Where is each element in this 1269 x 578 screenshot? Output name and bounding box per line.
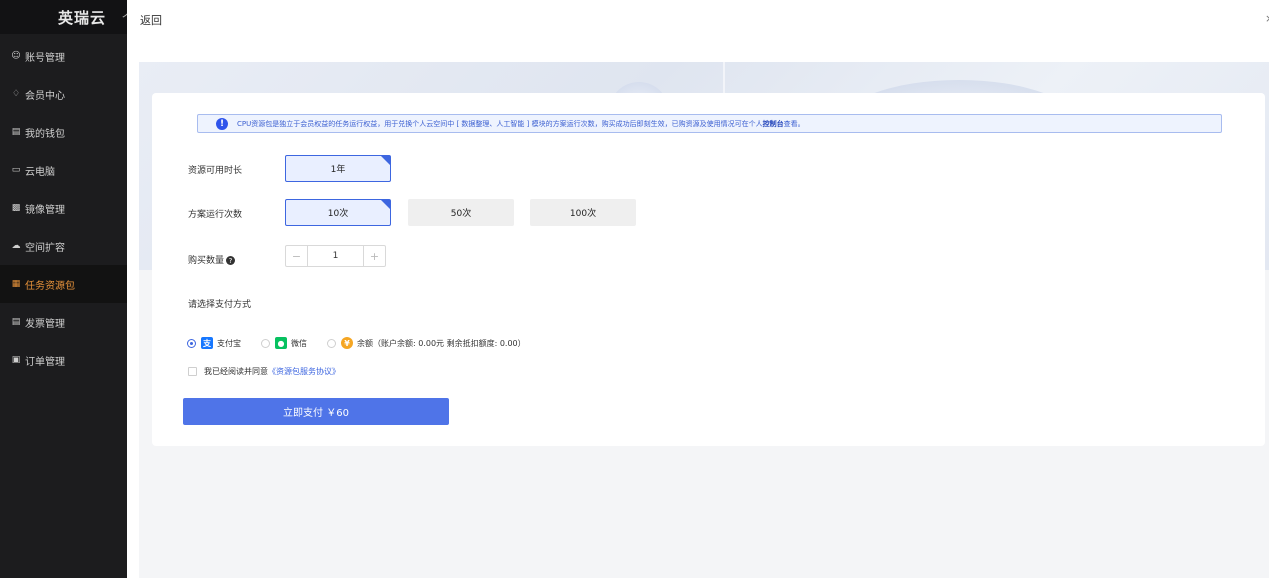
duration-label: 资源可用时长: [188, 166, 243, 176]
increment-button[interactable]: +: [363, 246, 385, 266]
sidebar-item-label: 我的钱包: [25, 128, 65, 140]
sidebar-item-membership[interactable]: ♢ 会员中心: [0, 75, 127, 113]
sidebar-item-invoice[interactable]: ▤ 发票管理: [0, 303, 127, 341]
payment-methods: 支 支付宝 ● 微信 ¥ 余额（账户余额: 0.00元 剩余抵扣额度: 0.00…: [187, 336, 546, 350]
sidebar-item-label: 空间扩容: [25, 242, 65, 254]
purchase-card: ! CPU资源包是独立于会员权益的任务运行权益，用于兑换个人云空间中 [ 数据整…: [152, 93, 1265, 446]
runs-label: 方案运行次数: [188, 210, 243, 220]
computer-icon: ▭: [11, 165, 21, 175]
balance-icon: ¥: [341, 337, 353, 349]
runs-option-10[interactable]: 10次: [285, 199, 391, 226]
package-icon: ▦: [11, 279, 21, 289]
agreement-link[interactable]: 《资源包服务协议》: [268, 366, 340, 377]
balance-radio[interactable]: [327, 338, 336, 348]
info-icon: !: [216, 117, 228, 130]
sidebar-item-cloud-pc[interactable]: ▭ 云电脑: [0, 151, 127, 189]
sidebar-item-storage[interactable]: ☁ 空间扩容: [0, 227, 127, 265]
alipay-label: 支付宝: [217, 338, 241, 348]
alipay-radio[interactable]: [187, 338, 196, 348]
sidebar-item-images[interactable]: ▩ 镜像管理: [0, 189, 127, 227]
sidebar-item-account[interactable]: ☺ 账号管理: [0, 37, 127, 75]
decrement-button[interactable]: −: [286, 246, 308, 266]
balance-label: 余额（账户余额: 0.00元 剩余抵扣额度: 0.00）: [357, 338, 526, 348]
payment-option-wechat[interactable]: ● 微信: [261, 337, 307, 349]
cloud-icon: ☁: [11, 241, 21, 251]
info-notice: ! CPU资源包是独立于会员权益的任务运行权益，用于兑换个人云空间中 [ 数据整…: [197, 114, 1222, 133]
sidebar-item-label: 任务资源包: [25, 280, 75, 292]
sidebar-item-label: 账号管理: [25, 52, 65, 64]
notice-text: CPU资源包是独立于会员权益的任务运行权益，用于兑换个人云空间中 [ 数据整理、…: [237, 119, 763, 128]
payment-option-alipay[interactable]: 支 支付宝: [187, 337, 241, 349]
agreement-checkbox[interactable]: [188, 367, 197, 376]
sidebar-item-orders[interactable]: ▣ 订单管理: [0, 341, 127, 379]
sidebar-item-wallet[interactable]: ▤ 我的钱包: [0, 113, 127, 151]
back-button[interactable]: 返回: [140, 12, 162, 28]
duration-option-1-year[interactable]: 1年: [285, 155, 391, 182]
wechat-icon: ●: [275, 337, 287, 349]
payment-label: 请选择支付方式: [188, 300, 252, 310]
order-icon: ▣: [11, 355, 21, 365]
sidebar-item-label: 会员中心: [25, 90, 65, 102]
payment-option-balance[interactable]: ¥ 余额（账户余额: 0.00元 剩余抵扣额度: 0.00）: [327, 337, 526, 349]
agreement-row: 我已经阅读并同意 《资源包服务协议》: [188, 366, 340, 377]
wechat-radio[interactable]: [261, 338, 270, 348]
sidebar-item-label: 云电脑: [25, 166, 55, 178]
quantity-value[interactable]: 1: [308, 251, 363, 261]
console-link[interactable]: 控制台: [763, 119, 784, 129]
image-icon: ▩: [11, 203, 21, 213]
diamond-icon: ♢: [11, 89, 21, 99]
sidebar-item-label: 订单管理: [25, 356, 65, 368]
sidebar-item-label: 发票管理: [25, 318, 65, 330]
pay-now-button[interactable]: 立即支付 ￥60: [183, 398, 449, 425]
runs-option-100[interactable]: 100次: [530, 199, 636, 226]
sidebar: 英瑞云 个人 ☺ 账号管理 ♢ 会员中心 ▤ 我的钱包 ▭ 云电脑 ▩ 镜像管理…: [0, 0, 127, 578]
brand-logo: 英瑞云: [58, 8, 107, 27]
sidebar-item-label: 镜像管理: [25, 204, 65, 216]
quantity-label: 购买数量?: [188, 253, 236, 266]
quantity-stepper[interactable]: − 1 +: [285, 245, 386, 267]
close-icon[interactable]: ×: [1265, 12, 1269, 25]
invoice-icon: ▤: [11, 317, 21, 327]
quantity-label-text: 购买数量: [188, 256, 225, 266]
user-icon: ☺: [11, 51, 21, 61]
wallet-icon: ▤: [11, 127, 21, 137]
alipay-icon: 支: [201, 337, 213, 349]
agreement-text: 我已经阅读并同意: [204, 367, 268, 376]
wechat-label: 微信: [291, 338, 307, 348]
runs-option-50[interactable]: 50次: [408, 199, 514, 226]
brand-bar: 英瑞云 个人: [0, 0, 127, 34]
purchase-drawer: 返回 × ! CPU资源包是独立于会员权益的任务运行权益，用于兑换个人云空间中 …: [127, 0, 1269, 578]
help-icon[interactable]: ?: [226, 256, 236, 265]
sidebar-item-task-package[interactable]: ▦ 任务资源包: [0, 265, 127, 303]
notice-suffix: 查看。: [783, 119, 805, 128]
